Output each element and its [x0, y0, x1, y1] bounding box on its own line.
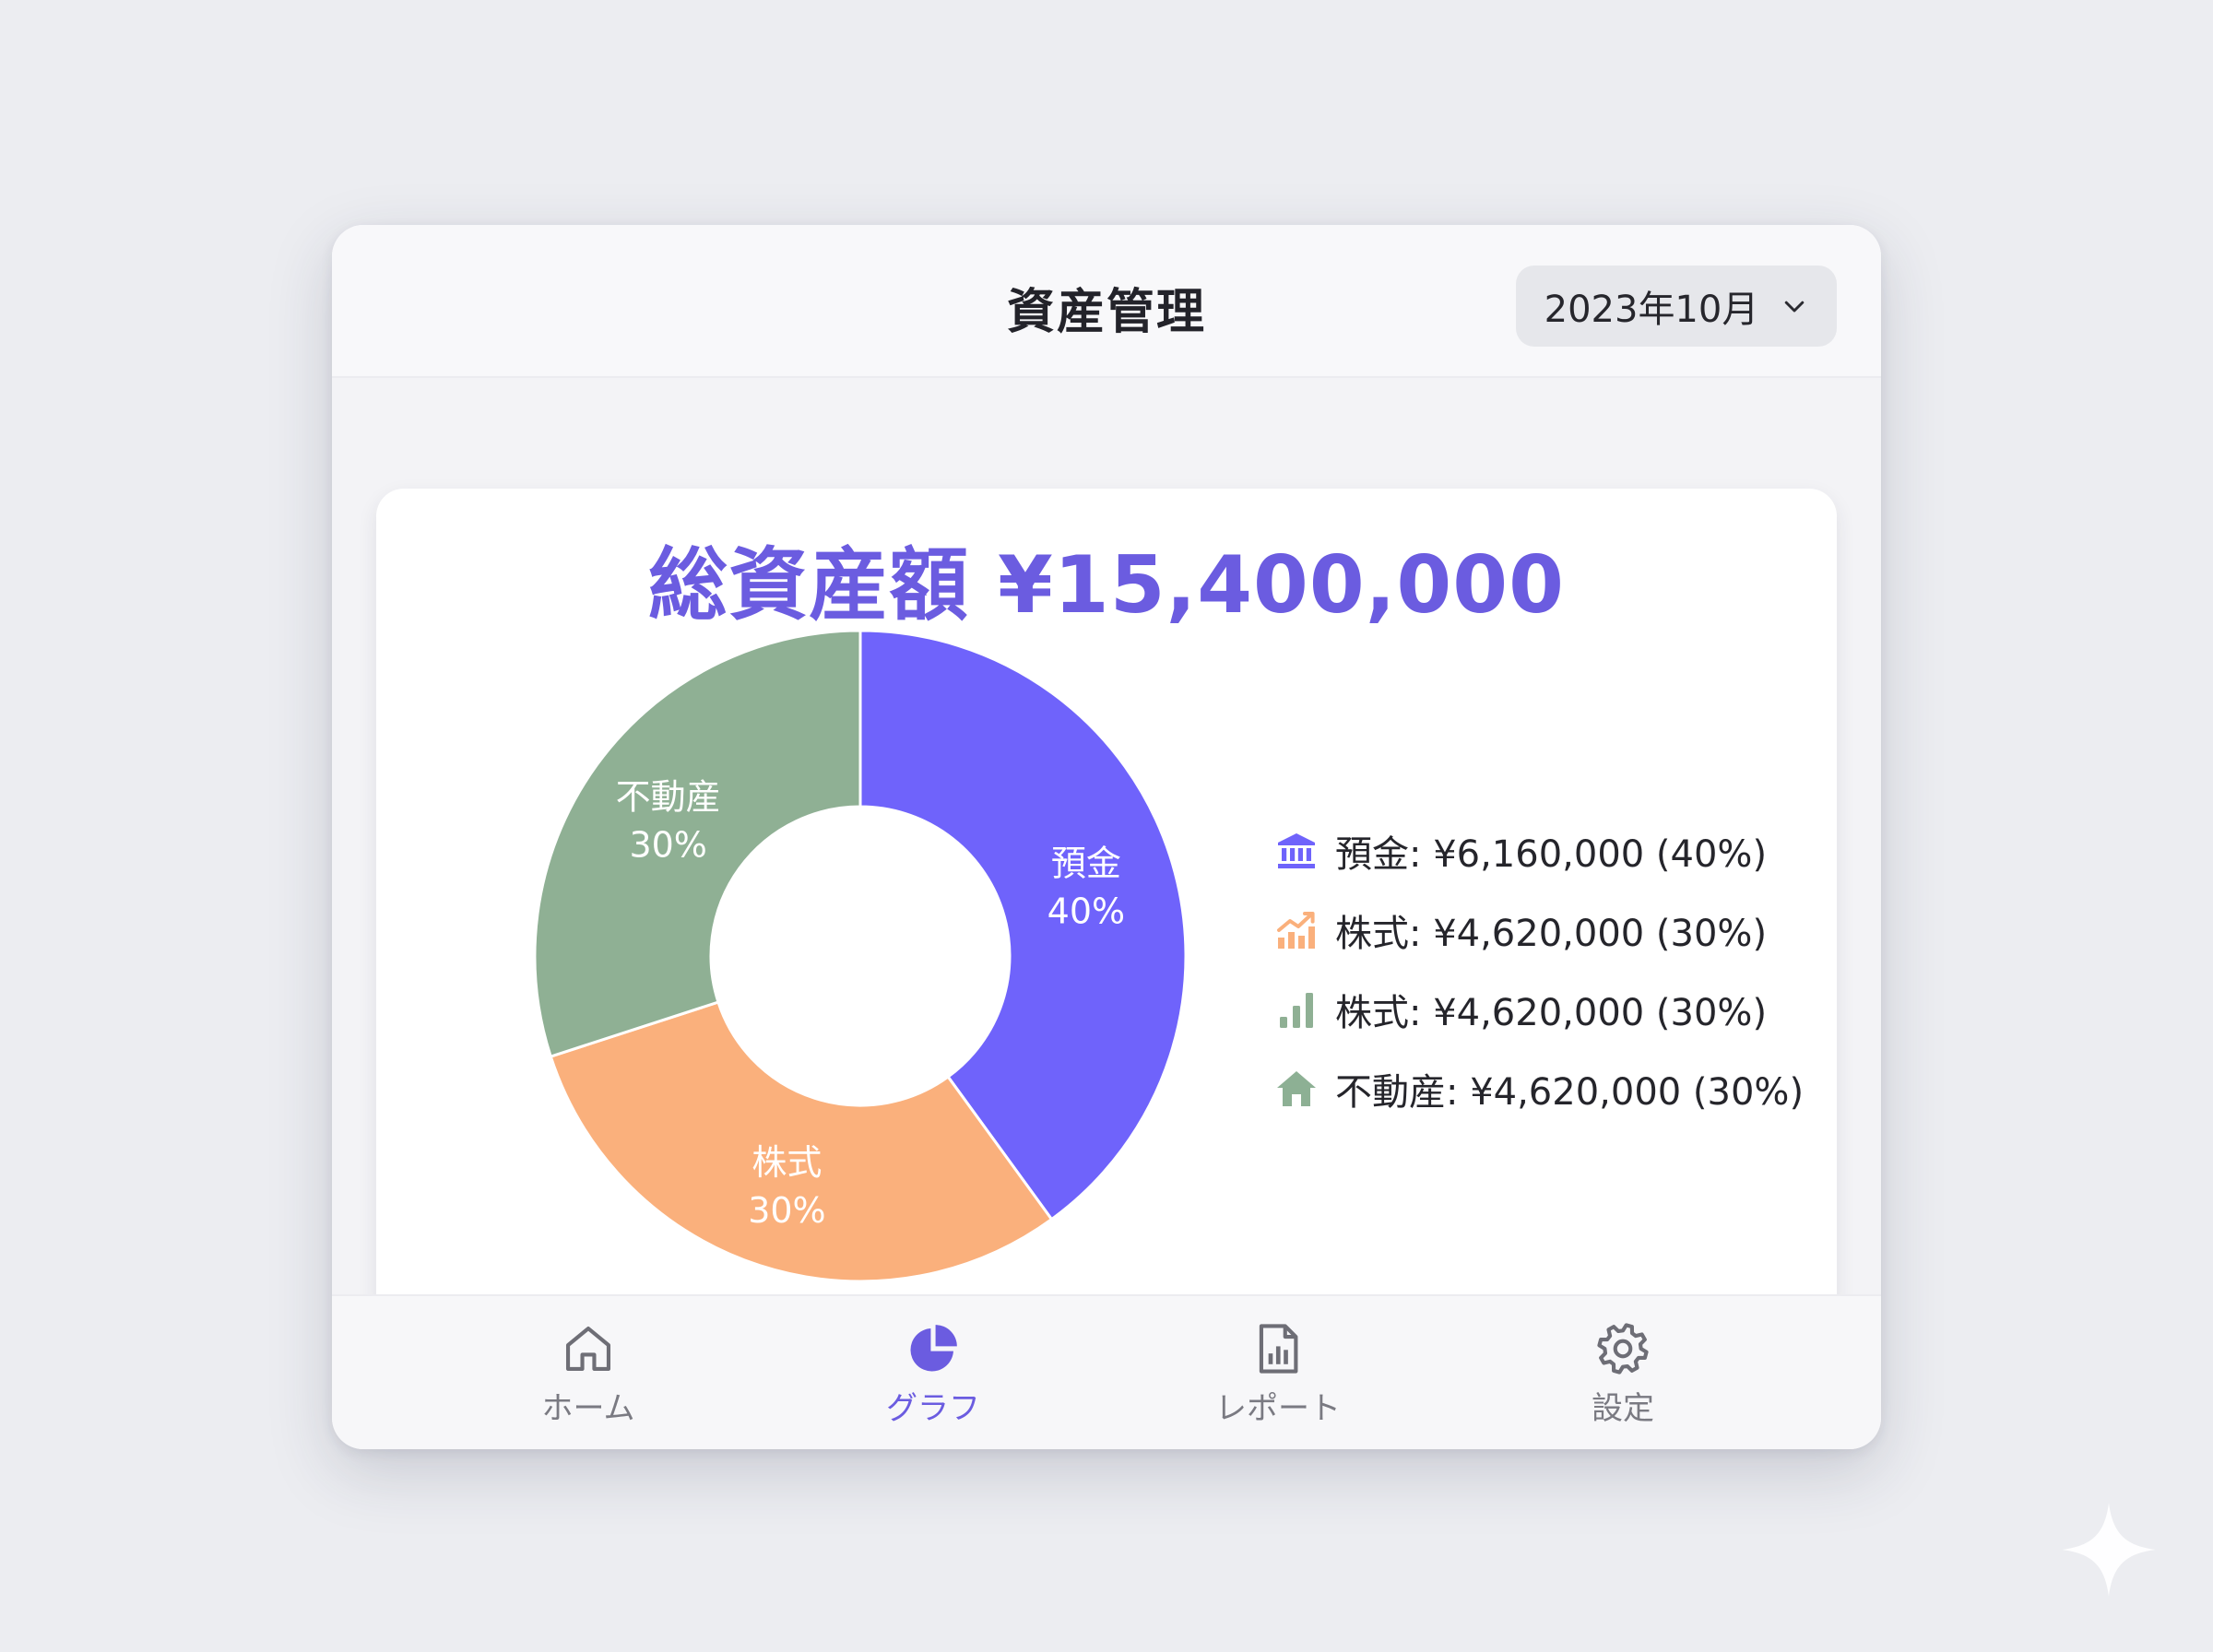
- slice-percent-real-estate: 30%: [629, 825, 706, 866]
- trend-up-icon: [1277, 912, 1315, 949]
- nav-tab-settings[interactable]: 設定: [1503, 1320, 1743, 1431]
- asset-donut-chart: 預金 40% 株式 30% 不動産 30%: [533, 629, 1188, 1283]
- legend-item-stocks[interactable]: 株式: ¥4,620,000 (30%): [1274, 891, 1818, 970]
- nav-tab-home[interactable]: ホーム: [468, 1320, 708, 1431]
- gear-icon: [1597, 1323, 1649, 1375]
- chevron-down-icon: [1785, 301, 1805, 313]
- app-header: 資産管理 2023年10月: [332, 225, 1881, 378]
- nav-label-home: ホーム: [541, 1390, 635, 1427]
- nav-tab-graph[interactable]: グラフ: [813, 1320, 1053, 1431]
- house-icon: [1277, 1071, 1316, 1106]
- legend-text-deposit: 預金: ¥6,160,000 (40%): [1335, 833, 1768, 876]
- bar-chart-icon: [1280, 993, 1313, 1028]
- nav-label-report: レポート: [1215, 1390, 1341, 1427]
- slice-percent-deposit: 40%: [1047, 891, 1125, 931]
- bank-icon: [1278, 833, 1315, 868]
- nav-label-graph: グラフ: [886, 1390, 980, 1427]
- slice-label-real-estate: 不動産: [616, 777, 721, 818]
- total-assets: 総資産額 ¥15,400,000: [648, 539, 1565, 631]
- legend-text-real-estate: 不動産: ¥4,620,000 (30%): [1335, 1071, 1805, 1114]
- slice-label-deposit: 預金: [1051, 843, 1121, 883]
- legend-item-deposit[interactable]: 預金: ¥6,160,000 (40%): [1274, 811, 1818, 891]
- legend-text-stocks-bars: 株式: ¥4,620,000 (30%): [1335, 992, 1768, 1034]
- legend-item-real-estate[interactable]: 不動産: ¥4,620,000 (30%): [1274, 1049, 1818, 1128]
- sparkle-icon: [2062, 1503, 2156, 1597]
- legend-text-stocks: 株式: ¥4,620,000 (30%): [1335, 913, 1768, 955]
- month-selector[interactable]: 2023年10月: [1516, 266, 1837, 347]
- app-window: 資産管理 2023年10月 総資産額 ¥15,400,000 預金 40% 株式…: [332, 225, 1881, 1449]
- month-selector-label: 2023年10月: [1544, 289, 1759, 331]
- report-icon: [1259, 1324, 1298, 1374]
- asset-summary-card: 総資産額 ¥15,400,000 預金 40% 株式 30% 不動産 30% 預…: [376, 489, 1837, 1326]
- slice-label-stocks: 株式: [751, 1142, 822, 1183]
- home-icon: [565, 1326, 611, 1372]
- bottom-nav: ホーム グラフ レポート 設定: [332, 1294, 1881, 1449]
- slice-percent-stocks: 30%: [748, 1190, 825, 1231]
- nav-label-settings: 設定: [1592, 1390, 1654, 1427]
- pie-chart-icon: [910, 1325, 957, 1372]
- legend-item-stocks-bars[interactable]: 株式: ¥4,620,000 (30%): [1274, 970, 1818, 1049]
- chart-legend: 預金: ¥6,160,000 (40%) 株式: ¥4,620,000 (30%…: [1274, 811, 1818, 1128]
- nav-tab-report[interactable]: レポート: [1158, 1320, 1398, 1431]
